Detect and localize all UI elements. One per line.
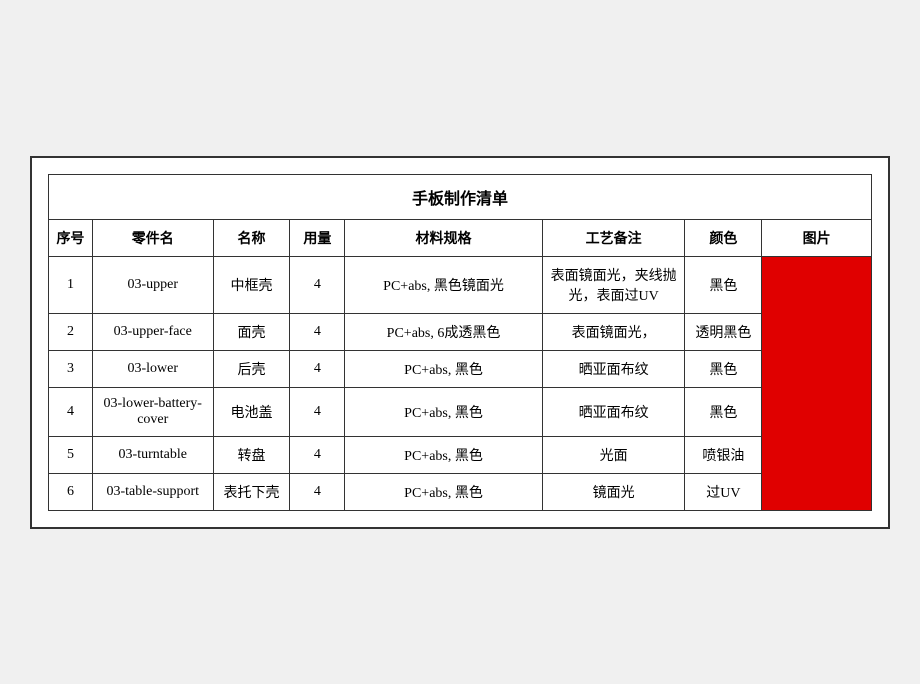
- cell-spec: PC+abs, 6成透黑色: [345, 313, 543, 350]
- page-container: 手板制作清单 序号 零件名 名称 用量 材料规格 工艺备注 颜色 图片 103-…: [30, 156, 890, 529]
- cell-process: 晒亚面布纹: [542, 387, 685, 436]
- cell-color: 喷银油: [685, 436, 762, 473]
- cell-seq: 3: [49, 350, 93, 387]
- header-color: 颜色: [685, 219, 762, 256]
- cell-process: 镜面光: [542, 473, 685, 510]
- cell-color: 黑色: [685, 350, 762, 387]
- cell-name: 电池盖: [213, 387, 290, 436]
- cell-process: 表面镜面光，: [542, 313, 685, 350]
- header-row: 序号 零件名 名称 用量 材料规格 工艺备注 颜色 图片: [49, 219, 872, 256]
- cell-process: 表面镜面光，夹线抛光，表面过UV: [542, 256, 685, 313]
- cell-qty: 4: [290, 436, 345, 473]
- cell-name: 转盘: [213, 436, 290, 473]
- cell-spec: PC+abs, 黑色: [345, 387, 543, 436]
- image-cell: [762, 256, 872, 510]
- header-seq: 序号: [49, 219, 93, 256]
- cell-part: 03-table-support: [92, 473, 213, 510]
- cell-qty: 4: [290, 313, 345, 350]
- header-qty: 用量: [290, 219, 345, 256]
- cell-seq: 4: [49, 387, 93, 436]
- cell-color: 黑色: [685, 256, 762, 313]
- cell-qty: 4: [290, 256, 345, 313]
- cell-process: 光面: [542, 436, 685, 473]
- table-row: 603-table-support表托下壳4PC+abs, 黑色镜面光过UV: [49, 473, 872, 510]
- table-title: 手板制作清单: [48, 174, 872, 219]
- cell-color: 过UV: [685, 473, 762, 510]
- cell-part: 03-lower: [92, 350, 213, 387]
- cell-seq: 5: [49, 436, 93, 473]
- header-name: 名称: [213, 219, 290, 256]
- cell-process: 晒亚面布纹: [542, 350, 685, 387]
- table-row: 503-turntable转盘4PC+abs, 黑色光面喷银油: [49, 436, 872, 473]
- cell-seq: 2: [49, 313, 93, 350]
- cell-name: 表托下壳: [213, 473, 290, 510]
- cell-name: 中框壳: [213, 256, 290, 313]
- header-img: 图片: [762, 219, 872, 256]
- cell-part: 03-upper: [92, 256, 213, 313]
- cell-qty: 4: [290, 387, 345, 436]
- cell-spec: PC+abs, 黑色镜面光: [345, 256, 543, 313]
- cell-qty: 4: [290, 350, 345, 387]
- header-part: 零件名: [92, 219, 213, 256]
- cell-part: 03-lower-battery-cover: [92, 387, 213, 436]
- table-row: 103-upper中框壳4PC+abs, 黑色镜面光表面镜面光，夹线抛光，表面过…: [49, 256, 872, 313]
- cell-name: 面壳: [213, 313, 290, 350]
- cell-seq: 1: [49, 256, 93, 313]
- cell-color: 透明黑色: [685, 313, 762, 350]
- cell-qty: 4: [290, 473, 345, 510]
- cell-spec: PC+abs, 黑色: [345, 350, 543, 387]
- main-table: 序号 零件名 名称 用量 材料规格 工艺备注 颜色 图片 103-upper中框…: [48, 219, 872, 511]
- cell-part: 03-upper-face: [92, 313, 213, 350]
- cell-color: 黑色: [685, 387, 762, 436]
- cell-spec: PC+abs, 黑色: [345, 436, 543, 473]
- header-process: 工艺备注: [542, 219, 685, 256]
- cell-part: 03-turntable: [92, 436, 213, 473]
- cell-seq: 6: [49, 473, 93, 510]
- table-row: 203-upper-face面壳4PC+abs, 6成透黑色表面镜面光，透明黑色: [49, 313, 872, 350]
- cell-name: 后壳: [213, 350, 290, 387]
- header-spec: 材料规格: [345, 219, 543, 256]
- cell-spec: PC+abs, 黑色: [345, 473, 543, 510]
- table-row: 303-lower后壳4PC+abs, 黑色晒亚面布纹黑色: [49, 350, 872, 387]
- table-row: 403-lower-battery-cover电池盖4PC+abs, 黑色晒亚面…: [49, 387, 872, 436]
